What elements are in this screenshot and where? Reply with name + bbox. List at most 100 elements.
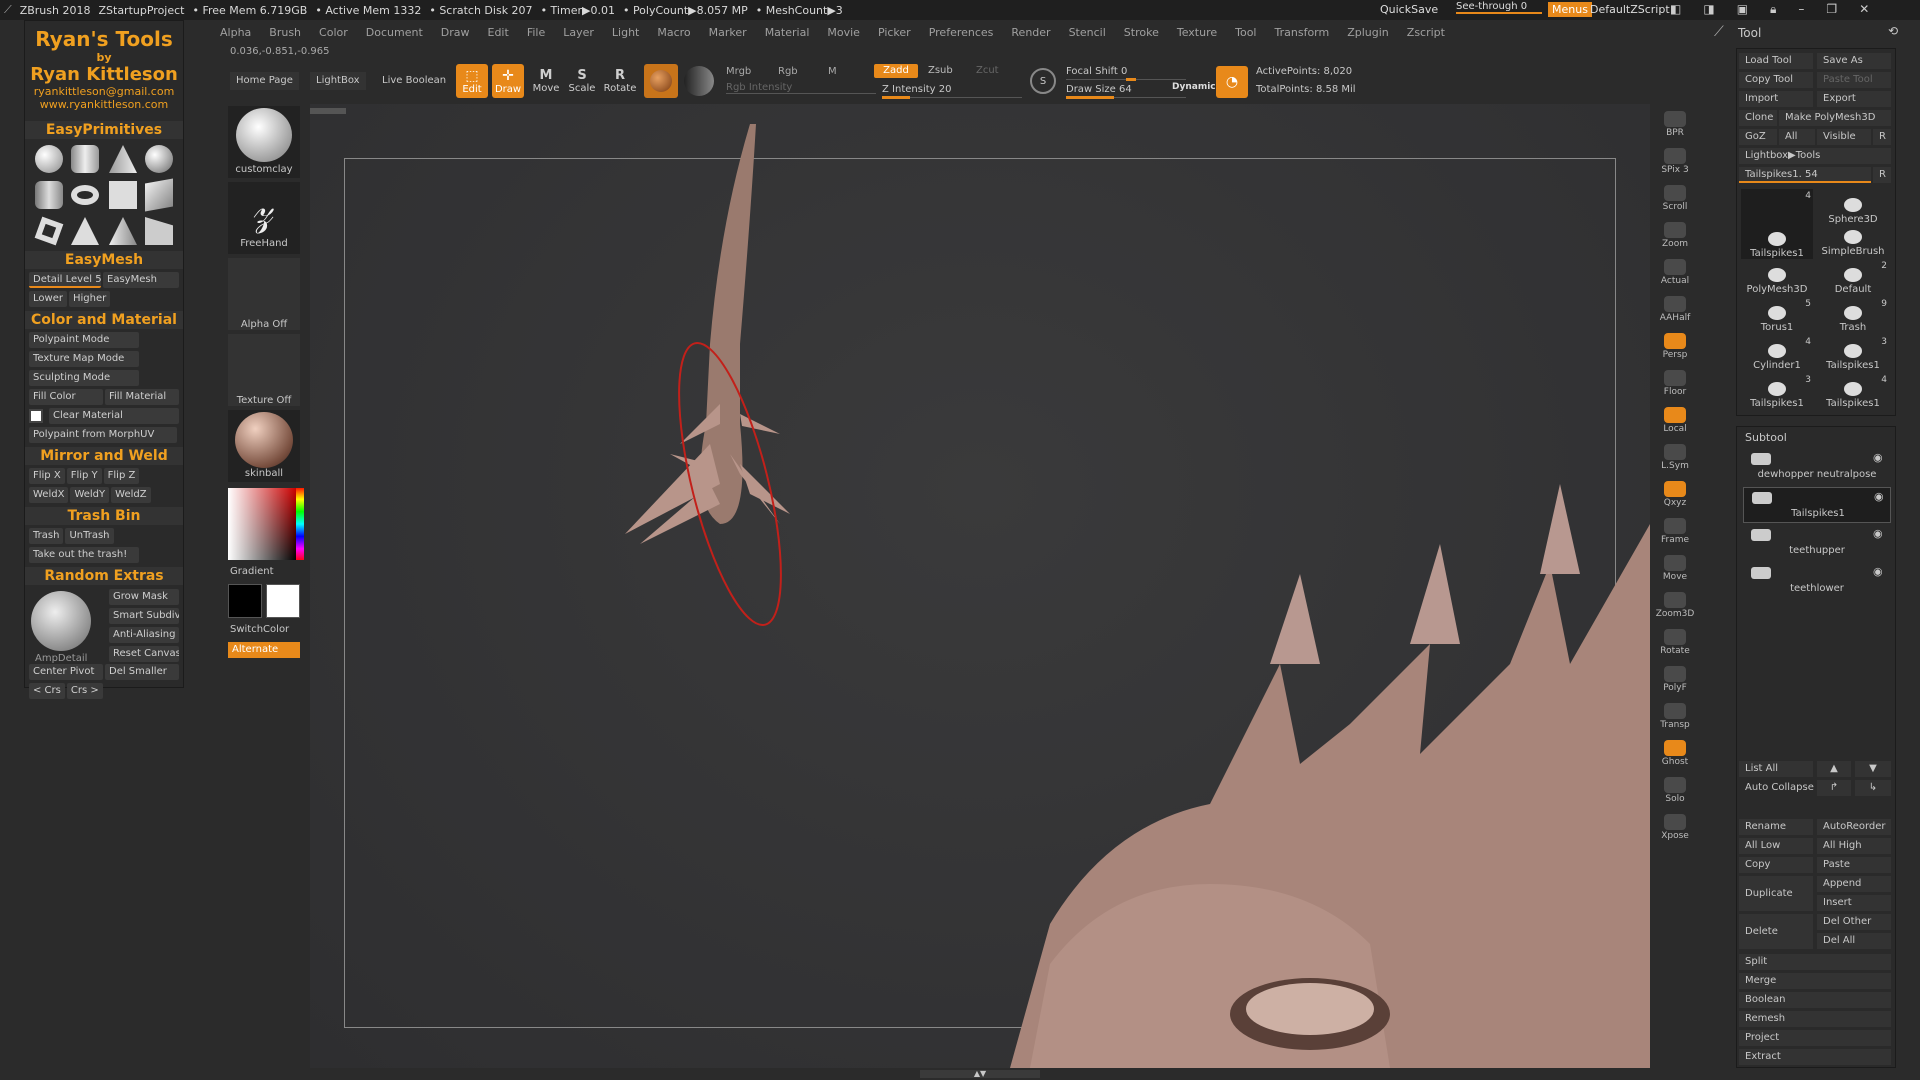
gradient-sphere-icon[interactable] <box>684 66 714 96</box>
xpose-button[interactable]: Xpose <box>1656 807 1694 841</box>
anti-aliasing-button[interactable]: Anti-Aliasing <box>109 627 179 643</box>
persp-button[interactable]: Persp <box>1656 326 1694 360</box>
ghost-button[interactable]: Ghost <box>1656 733 1694 767</box>
default-zscript[interactable]: DefaultZScript <box>1590 3 1670 16</box>
del-all-button[interactable]: Del All <box>1817 933 1891 949</box>
alpha-thumb[interactable]: Alpha Off <box>228 258 300 330</box>
menu-render[interactable]: Render <box>1011 26 1050 39</box>
restore-icon[interactable]: ❐ <box>1826 2 1837 17</box>
material-thumb[interactable]: skinball <box>228 410 300 482</box>
tool-thumb-tailspikes1[interactable]: 3 Tailspikes1 <box>1741 373 1813 409</box>
menu-document[interactable]: Document <box>366 26 423 39</box>
subtool-visibility-icon[interactable]: ◉ <box>1874 490 1884 503</box>
menu-movie[interactable]: Movie <box>827 26 860 39</box>
arrow-down-right-icon[interactable]: ↳ <box>1855 780 1891 796</box>
tool-palette-refresh-icon[interactable]: ⟲ <box>1888 24 1898 38</box>
zoom-button[interactable]: Zoom <box>1656 215 1694 249</box>
clear-material-button[interactable]: Clear Material <box>49 408 179 424</box>
color-swatch-icon[interactable] <box>29 409 43 423</box>
qxyz-button[interactable]: Qxyz <box>1656 474 1694 508</box>
tetra-primitive-icon[interactable] <box>109 217 137 245</box>
grow-mask-button[interactable]: Grow Mask <box>109 589 179 605</box>
lower-button[interactable]: Lower <box>29 291 67 307</box>
subtool-visibility-icon[interactable]: ◉ <box>1873 527 1883 540</box>
copy-subtool-button[interactable]: Copy <box>1739 857 1813 873</box>
boolean-menu[interactable]: Boolean <box>1739 992 1891 1008</box>
spix-3-button[interactable]: SPix 3 <box>1656 141 1694 175</box>
lightbox-button[interactable]: LightBox <box>310 72 366 90</box>
l-sym-button[interactable]: L.Sym <box>1656 437 1694 471</box>
ampdetail-sphere-icon[interactable] <box>31 591 91 651</box>
tool-thumb-cylinder1[interactable]: 4 Cylinder1 <box>1741 335 1813 371</box>
lock-icon[interactable]: 🔒︎ <box>1770 2 1776 17</box>
pyramid-primitive-icon[interactable] <box>71 217 99 245</box>
menu-brush[interactable]: Brush <box>269 26 301 39</box>
frame-primitive-icon[interactable] <box>34 216 64 246</box>
stroke-thumb[interactable]: 𝓏 FreeHand <box>228 182 300 254</box>
brush-thumb[interactable]: customclay <box>228 106 300 178</box>
all-low-button[interactable]: All Low <box>1739 838 1813 854</box>
edit-mode-button[interactable]: ⬚ Edit <box>456 64 488 98</box>
menu-zplugin[interactable]: Zplugin <box>1347 26 1389 39</box>
primary-color-swatch[interactable] <box>228 584 262 618</box>
local-button[interactable]: Local <box>1656 400 1694 434</box>
rgb-toggle[interactable]: Rgb <box>778 66 798 77</box>
visible-button[interactable]: Visible <box>1817 129 1871 145</box>
higher-button[interactable]: Higher <box>68 291 111 307</box>
solo-button[interactable]: Solo <box>1656 770 1694 804</box>
tool-thumb-simplebrush[interactable]: SimpleBrush <box>1817 221 1889 257</box>
menu-alpha[interactable]: Alpha <box>220 26 251 39</box>
export-button[interactable]: Export <box>1817 91 1891 107</box>
move-mode-button[interactable]: M Move <box>530 64 562 98</box>
flip-x-button[interactable]: Flip X <box>29 468 65 484</box>
menu-tool[interactable]: Tool <box>1235 26 1256 39</box>
weld-x-button[interactable]: WeldX <box>29 487 69 503</box>
switchcolor-button[interactable]: SwitchColor <box>230 624 289 635</box>
texture-map-mode-button[interactable]: Texture Map Mode <box>29 351 139 367</box>
duplicate-button[interactable]: Duplicate <box>1739 876 1813 911</box>
actual-button[interactable]: Actual <box>1656 252 1694 286</box>
dynamic-draw-icon[interactable]: ◔ <box>1216 66 1248 98</box>
tool-thumb-tailspikes1[interactable]: 3 Tailspikes1 <box>1817 335 1889 371</box>
merge-menu[interactable]: Merge <box>1739 973 1891 989</box>
center-pivot-button[interactable]: Center Pivot <box>29 664 103 680</box>
trash-button[interactable]: Trash <box>29 528 64 544</box>
move-button[interactable]: Move <box>1656 548 1694 582</box>
flip-z-button[interactable]: Flip Z <box>103 468 140 484</box>
smart-subdiv-button[interactable]: Smart Subdiv <box>109 608 179 624</box>
menu-edit[interactable]: Edit <box>488 26 509 39</box>
rename-button[interactable]: Rename <box>1739 819 1813 835</box>
menu-texture[interactable]: Texture <box>1177 26 1217 39</box>
next-crs-button[interactable]: Crs > <box>66 683 103 699</box>
menu-transform[interactable]: Transform <box>1275 26 1330 39</box>
arrow-up-right-icon[interactable]: ↱ <box>1817 780 1851 796</box>
rgb-intensity-slider[interactable]: Rgb Intensity <box>726 82 876 94</box>
r-button[interactable]: R <box>1873 129 1891 145</box>
subtool-item[interactable]: ◉ Tailspikes1 <box>1743 487 1891 523</box>
subtool-visibility-icon[interactable]: ◉ <box>1873 565 1883 578</box>
move-up-icon[interactable]: ▲ <box>1817 761 1851 777</box>
subtool-visibility-icon[interactable]: ◉ <box>1873 451 1883 464</box>
secondary-color-swatch[interactable] <box>266 584 300 618</box>
canvas-scroll-handle[interactable] <box>310 108 346 114</box>
weld-z-button[interactable]: WeldZ <box>111 487 151 503</box>
bpr-button[interactable]: BPR <box>1656 104 1694 138</box>
tool-thumb-trash[interactable]: 9 Trash <box>1817 297 1889 333</box>
home-page-button[interactable]: Home Page <box>230 72 299 90</box>
menu-file[interactable]: File <box>527 26 545 39</box>
menu-material[interactable]: Material <box>765 26 810 39</box>
auto-reorder-button[interactable]: AutoReorder <box>1817 819 1891 835</box>
layout-icon[interactable]: ◧ <box>1670 2 1681 17</box>
delete-button[interactable]: Delete <box>1739 914 1813 949</box>
load-tool-button[interactable]: Load Tool <box>1739 53 1813 69</box>
tool-thumb-torus1[interactable]: 5 Torus1 <box>1741 297 1813 333</box>
extract-menu[interactable]: Extract <box>1739 1049 1891 1065</box>
scroll-button[interactable]: Scroll <box>1656 178 1694 212</box>
spotlight-icon[interactable]: S <box>1030 68 1056 94</box>
sculpting-mode-button[interactable]: Sculpting Mode <box>29 370 139 386</box>
take-out-trash-button[interactable]: Take out the trash! <box>29 547 139 563</box>
polypaint-mode-button[interactable]: Polypaint Mode <box>29 332 139 348</box>
wedge-primitive-icon[interactable] <box>145 217 173 245</box>
alternate-button[interactable]: Alternate <box>228 642 300 658</box>
scale-mode-button[interactable]: S Scale <box>566 64 598 98</box>
